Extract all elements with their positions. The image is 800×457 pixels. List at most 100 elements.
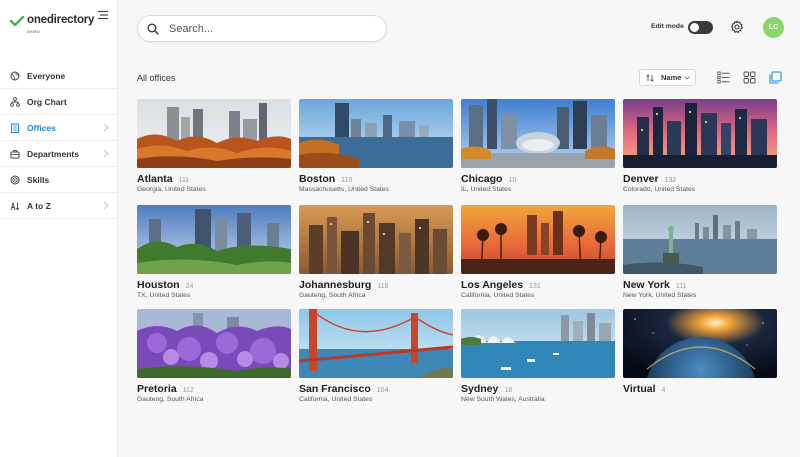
list-view-icon[interactable] <box>717 71 730 84</box>
page-title: All offices <box>137 73 176 83</box>
office-card-denver[interactable]: Denver 132 Colorado, United States <box>623 99 777 193</box>
grid-view-icon[interactable] <box>743 71 756 84</box>
office-image <box>623 309 777 378</box>
office-card-san-francisco[interactable]: San Francisco 104 California, United Sta… <box>299 309 453 403</box>
office-image <box>623 99 777 168</box>
office-image <box>299 309 453 378</box>
sort-label: Name <box>661 73 682 82</box>
office-name: Pretoria <box>137 383 177 395</box>
sidebar-item-label: Everyone <box>27 70 66 81</box>
departments-icon <box>10 149 20 158</box>
search-input[interactable] <box>169 22 369 35</box>
office-image <box>461 205 615 274</box>
chevron-right-icon <box>103 149 109 158</box>
office-image <box>299 99 453 168</box>
office-name: Sydney <box>461 383 499 395</box>
office-card-boston[interactable]: Boston 110 Massachusetts, United States <box>299 99 453 193</box>
office-card-johannesburg[interactable]: Johannesburg 118 Gauteng, South Africa <box>299 205 453 299</box>
office-name: San Francisco <box>299 383 371 395</box>
office-count: 118 <box>377 283 389 290</box>
sidebar-item-everyone[interactable]: Everyone <box>0 63 117 89</box>
office-image <box>461 309 615 378</box>
a-to-z-icon <box>10 200 20 210</box>
office-count: 4 <box>661 387 666 394</box>
office-card-houston[interactable]: Houston 24 TX, United States <box>137 205 291 299</box>
office-location: Massachusetts, United States <box>299 186 389 193</box>
office-count: 10 <box>508 177 517 184</box>
office-image <box>137 205 291 274</box>
office-count: 111 <box>178 177 190 184</box>
office-card-pretoria[interactable]: Pretoria 112 Gauteng, South Africa <box>137 309 291 403</box>
office-count: 24 <box>185 283 194 290</box>
office-card-los-angeles[interactable]: Los Angeles 131 California, United State… <box>461 205 615 299</box>
org-chart-icon <box>10 96 20 107</box>
office-card-chicago[interactable]: Chicago 10 IL, United States <box>461 99 615 193</box>
office-card-virtual[interactable]: Virtual 4 <box>623 309 777 396</box>
office-image <box>137 99 291 168</box>
sidebar-item-label: Departments <box>27 148 79 159</box>
office-count: 131 <box>529 283 541 290</box>
gear-icon[interactable] <box>730 20 744 34</box>
office-name: Chicago <box>461 173 503 185</box>
office-location: TX, United States <box>137 292 191 299</box>
office-location: New South Wales, Australia <box>461 396 545 403</box>
edit-mode-label: Edit mode <box>651 23 684 30</box>
sidebar-item-departments[interactable]: Departments <box>0 141 117 167</box>
hamburger-menu-icon[interactable] <box>97 10 109 20</box>
office-name: Houston <box>137 279 180 291</box>
office-name: Boston <box>299 173 336 185</box>
sidebar-item-org-chart[interactable]: Org Chart <box>0 89 117 115</box>
office-card-atlanta[interactable]: Atlanta 111 Georgia, United States <box>137 99 291 193</box>
office-name: Los Angeles <box>461 279 524 291</box>
office-image <box>299 205 453 274</box>
logo-check-icon <box>10 16 24 27</box>
office-location: New York, United States <box>623 292 697 299</box>
office-name: New York <box>623 279 670 291</box>
office-name: Atlanta <box>137 173 173 185</box>
office-count: 110 <box>341 177 353 184</box>
chevron-down-icon <box>684 76 690 80</box>
sort-icon <box>646 73 654 82</box>
office-location: Gauteng, South Africa <box>137 396 204 403</box>
chevron-right-icon <box>103 201 109 210</box>
search-bar[interactable] <box>137 15 387 42</box>
office-image <box>461 99 615 168</box>
office-card-new-york[interactable]: New York 111 New York, United States <box>623 205 777 299</box>
office-count: 104 <box>376 387 389 394</box>
office-image <box>623 205 777 274</box>
office-location: Gauteng, South Africa <box>299 292 366 299</box>
skills-icon <box>10 175 20 184</box>
office-count: 111 <box>675 283 687 290</box>
edit-mode-toggle[interactable] <box>688 21 713 34</box>
office-count: 132 <box>664 177 677 184</box>
brand-sub: DEMO <box>27 29 41 34</box>
office-location: Georgia, United States <box>137 186 206 193</box>
office-image <box>137 309 291 378</box>
avatar[interactable]: LC <box>763 17 784 38</box>
globe-icon <box>10 71 20 80</box>
sidebar-item-label: Offices <box>27 122 56 133</box>
sort-dropdown[interactable]: Name <box>639 69 696 86</box>
office-name: Virtual <box>623 383 656 395</box>
office-icon <box>11 123 19 133</box>
sidebar: onedirectory DEMO Everyone Org Chart Off… <box>0 0 118 457</box>
sidebar-item-label: A to Z <box>27 200 51 211</box>
logo[interactable]: onedirectory DEMO <box>10 14 95 34</box>
chevron-right-icon <box>103 123 109 132</box>
office-count: 112 <box>182 387 194 394</box>
sidebar-item-label: Skills <box>27 174 50 185</box>
sidebar-item-label: Org Chart <box>27 96 67 107</box>
search-icon <box>147 23 159 35</box>
office-location: IL, United States <box>461 186 512 193</box>
office-name: Johannesburg <box>299 279 372 291</box>
office-location: Colorado, United States <box>623 186 696 193</box>
brand-name: onedirectory <box>27 14 95 26</box>
sidebar-item-skills[interactable]: Skills <box>0 167 117 193</box>
office-card-sydney[interactable]: Sydney 18 New South Wales, Australia <box>461 309 615 403</box>
office-count: 18 <box>504 387 513 394</box>
sidebar-nav: Everyone Org Chart Offices Departments S… <box>0 63 117 219</box>
office-location: California, United States <box>461 292 535 299</box>
sidebar-item-a-to-z[interactable]: A to Z <box>0 193 117 219</box>
sidebar-item-offices[interactable]: Offices <box>0 115 117 141</box>
gallery-view-icon[interactable] <box>769 71 782 84</box>
